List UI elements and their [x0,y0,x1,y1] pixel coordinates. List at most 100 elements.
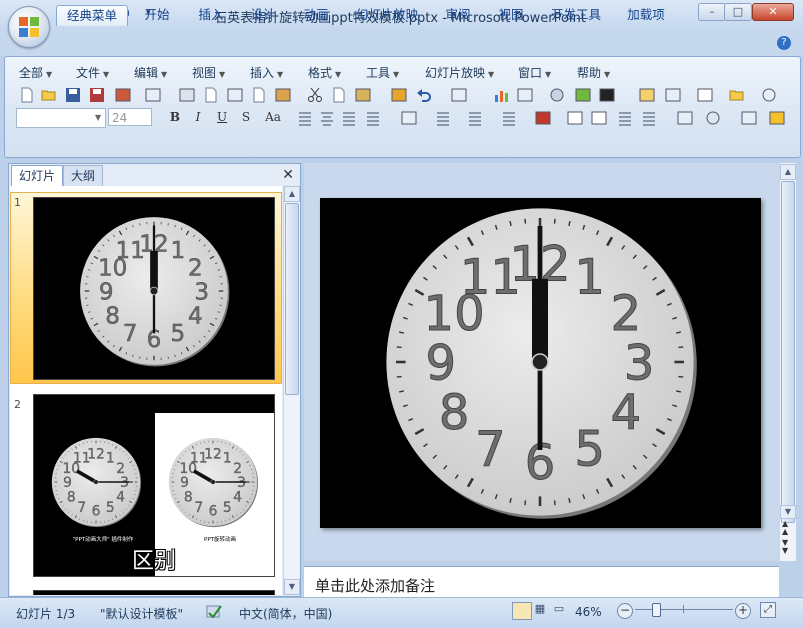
scroll-thumb[interactable] [285,203,299,395]
italic-button[interactable]: I [188,108,208,126]
layout-icon[interactable] [226,86,244,104]
normal-view-icon[interactable] [512,602,532,620]
arrange-icon[interactable] [676,109,694,127]
zoom-slider-thumb[interactable] [652,603,661,617]
align-center-icon[interactable] [318,109,336,127]
decrease-indent-icon[interactable] [616,109,634,127]
align-right-icon[interactable] [340,109,358,127]
menu-view[interactable]: 视图▼ [192,64,225,81]
close-button[interactable]: ✕ [752,3,794,21]
research-icon[interactable] [274,86,292,104]
underline-button[interactable]: U [212,108,232,126]
change-case-button[interactable]: Aa [260,108,286,126]
menu-format[interactable]: 格式▼ [308,64,341,81]
tab-animation[interactable]: 动画 [301,5,331,25]
menu-all[interactable]: 全部▼ [19,64,52,81]
font-name-dropdown-icon[interactable]: ▼ [95,113,101,122]
shape-fill-icon[interactable] [768,109,786,127]
tab-slides[interactable]: 幻灯片 [11,165,63,186]
permission-icon[interactable] [114,86,132,104]
menu-slideshow[interactable]: 幻灯片放映▼ [425,64,494,81]
menu-file[interactable]: 文件▼ [76,64,109,81]
zoom-slider-track[interactable] [635,609,733,610]
pane-close-icon[interactable]: ✕ [282,167,294,183]
spellcheck-icon[interactable] [205,604,223,620]
menu-edit[interactable]: 编辑▼ [134,64,167,81]
zoom-out-icon[interactable]: − [617,603,633,619]
shrink-font-icon[interactable] [590,109,608,127]
scroll-up-icon[interactable]: ▲ [780,164,796,180]
scroll-down-icon[interactable]: ▼ [284,579,300,595]
bold-button[interactable]: B [165,108,185,126]
previous-slide-icon[interactable]: ▲▲ [782,520,788,536]
slide-sorter-icon[interactable]: ▦ [532,602,548,618]
menu-help[interactable]: 帮助▼ [577,64,610,81]
tab-classic-menu[interactable]: 经典菜单 [56,5,128,26]
slide-scrollbar[interactable]: ▲ ▼ ▲▲ ▼▼ [779,163,796,561]
open-folder-icon[interactable] [40,86,58,104]
quick-styles-icon[interactable] [740,109,758,127]
help-icon[interactable]: ? [777,36,791,50]
shapes-icon[interactable] [704,109,722,127]
paste-icon[interactable] [354,86,372,104]
insert-chart-icon[interactable] [492,86,510,104]
tab-home[interactable]: 开始 [142,5,172,25]
scroll-up-icon[interactable]: ▲ [284,186,300,202]
align-left-icon[interactable] [296,109,314,127]
font-color-a-icon[interactable] [534,109,552,127]
maximize-button[interactable]: □ [724,3,752,21]
zoom-in-icon[interactable]: + [735,603,751,619]
line-spacing-icon[interactable] [434,109,452,127]
justify-icon[interactable] [364,109,382,127]
slide-thumbnail-2[interactable]: 121234567891011 121234567891011 "PPT动画大师… [33,394,275,577]
increase-indent-icon[interactable] [640,109,658,127]
menu-insert[interactable]: 插入▼ [250,64,283,81]
new-slide-icon[interactable] [638,86,656,104]
new-page-icon[interactable] [18,86,36,104]
print-preview-icon[interactable] [202,86,220,104]
numbering-icon[interactable] [466,109,484,127]
current-slide[interactable]: 121234567891011 [320,198,761,528]
tab-view[interactable]: 视图 [496,5,526,25]
shadow-button[interactable]: S [236,108,256,126]
font-name-combo[interactable] [16,108,106,128]
font-size-combo[interactable]: 24 [108,108,152,126]
slide-thumbnail-3[interactable] [33,590,275,595]
scroll-down-icon[interactable]: ▼ [780,505,796,519]
menu-tools[interactable]: 工具▼ [366,64,399,81]
tab-addins[interactable]: 加载项 [626,5,666,25]
notes-pane[interactable]: 单击此处添加备注 [304,566,779,597]
spelling-icon[interactable] [250,86,268,104]
scroll-thumb[interactable] [781,181,795,523]
fill-color-icon[interactable] [598,86,616,104]
save-as-icon[interactable] [88,86,106,104]
columns-icon[interactable] [400,109,418,127]
print-icon[interactable] [178,86,196,104]
bullets-icon[interactable] [500,109,518,127]
tab-slideshow[interactable]: 幻灯片放映 [355,5,419,25]
tab-insert[interactable]: 插入 [196,5,226,25]
undo-toolbar-icon[interactable] [416,86,434,104]
folder-dropdown-icon[interactable] [728,86,746,104]
cut-icon[interactable] [306,86,324,104]
slide-thumbnail-1[interactable]: 121234567891011 [33,197,275,380]
redo-toolbar-icon[interactable] [450,86,468,104]
publish-icon[interactable] [144,86,162,104]
menu-window[interactable]: 窗口▼ [518,64,551,81]
grow-font-icon[interactable] [566,109,584,127]
fit-slide-icon[interactable]: ⤢ [760,602,776,618]
tab-developer[interactable]: 开发工具 [550,5,602,25]
slide-layout-icon[interactable] [664,86,682,104]
zoom-level[interactable]: 46% [575,605,602,619]
font-color-icon[interactable] [696,86,714,104]
save-file-icon[interactable] [64,86,82,104]
insert-table-icon[interactable] [516,86,534,104]
insert-picture-icon[interactable] [574,86,592,104]
minimize-button[interactable]: – [698,3,726,21]
tab-outline[interactable]: 大纲 [63,165,103,186]
find-icon[interactable] [760,86,778,104]
format-painter-icon[interactable] [390,86,408,104]
tab-review[interactable]: 审阅 [443,5,473,25]
slideshow-view-icon[interactable]: ▭ [551,602,567,618]
tab-design[interactable]: 设计 [248,5,278,25]
